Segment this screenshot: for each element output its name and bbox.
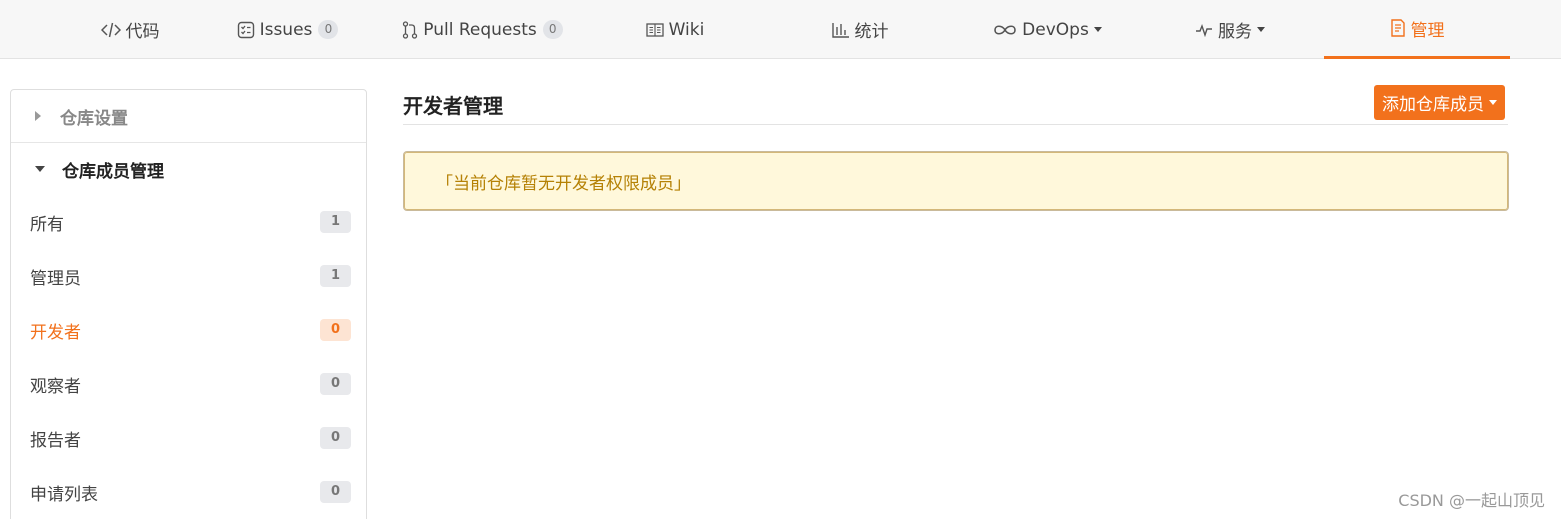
tab-services[interactable]: 服务 (1140, 0, 1320, 59)
sidebar-item-label: 申请列表 (30, 484, 98, 505)
count-badge: 0 (320, 427, 351, 449)
tab-statistics-label: 统计 (854, 22, 889, 42)
chevron-down-icon (1257, 27, 1265, 32)
title-divider (403, 124, 1508, 125)
pull-requests-count-badge: 0 (542, 20, 563, 39)
tab-wiki[interactable]: Wiki (585, 0, 765, 59)
code-icon (100, 22, 121, 38)
empty-state-message: 「当前仓库暂无开发者权限成员」 (436, 173, 691, 194)
chevron-down-icon (1093, 27, 1102, 32)
watermark: CSDN @一起山顶见 (1398, 491, 1545, 510)
caret-down-icon (35, 166, 45, 172)
sidebar-item-label: 开发者 (30, 322, 81, 343)
sidebar-item-observers[interactable]: 观察者 0 (11, 357, 366, 411)
tab-devops[interactable]: DevOps (955, 0, 1140, 59)
tab-code[interactable]: 代码 (40, 0, 220, 59)
sidebar-section-label: 仓库设置 (60, 108, 128, 129)
sidebar-item-label: 报告者 (30, 430, 81, 451)
add-member-button-label: 添加仓库成员 (1382, 95, 1484, 115)
sidebar-section-repo-settings[interactable]: 仓库设置 (11, 90, 366, 142)
sidebar-item-label: 观察者 (30, 376, 81, 397)
issues-count-badge: 0 (318, 20, 339, 39)
manage-doc-icon (1390, 19, 1406, 37)
tab-code-label: 代码 (125, 22, 160, 42)
tab-issues-label: Issues (259, 19, 313, 40)
pull-request-icon (402, 20, 418, 39)
wiki-book-icon (645, 22, 664, 38)
pulse-icon (1195, 23, 1213, 37)
caret-right-icon (35, 111, 41, 121)
sidebar-item-admins[interactable]: 管理员 1 (11, 249, 366, 303)
tab-manage[interactable]: 管理 (1324, 0, 1510, 59)
sidebar-item-reporters[interactable]: 报告者 0 (11, 411, 366, 465)
count-badge: 1 (320, 265, 351, 287)
tab-statistics[interactable]: 统计 (770, 0, 950, 59)
bar-chart-icon (831, 22, 850, 38)
tab-wiki-label: Wiki (668, 19, 705, 40)
count-badge: 0 (320, 373, 351, 395)
tab-pull-requests-label: Pull Requests (423, 19, 537, 40)
chevron-down-icon (1489, 100, 1497, 105)
count-badge: 0 (320, 319, 351, 341)
settings-sidebar: 仓库设置 仓库成员管理 所有 1 管理员 1 开发者 0 观察者 0 报告者 0… (10, 89, 367, 519)
count-badge: 0 (320, 481, 351, 503)
sidebar-item-label: 管理员 (30, 268, 81, 289)
sidebar-item-all[interactable]: 所有 1 (11, 195, 366, 249)
infinity-icon (993, 23, 1017, 37)
tab-pull-requests[interactable]: Pull Requests 0 (385, 0, 580, 59)
sidebar-section-member-management[interactable]: 仓库成员管理 (11, 143, 366, 195)
tab-issues[interactable]: Issues 0 (195, 0, 380, 59)
sidebar-section-label: 仓库成员管理 (62, 161, 164, 182)
issues-icon (237, 21, 255, 39)
tab-services-label: 服务 (1218, 22, 1252, 42)
tab-devops-label: DevOps (1022, 19, 1089, 40)
tab-manage-label: 管理 (1410, 20, 1445, 41)
empty-state-notice: 「当前仓库暂无开发者权限成员」 (403, 151, 1509, 211)
sidebar-item-developers[interactable]: 开发者 0 (11, 303, 366, 357)
sidebar-item-label: 所有 (30, 214, 64, 235)
add-member-button[interactable]: 添加仓库成员 (1374, 85, 1505, 120)
count-badge: 1 (320, 211, 351, 233)
page-title: 开发者管理 (403, 94, 503, 118)
repo-nav-bar: 代码 Issues 0 Pull Requests 0 Wiki 统计 DevO… (0, 0, 1561, 59)
sidebar-item-applications[interactable]: 申请列表 0 (11, 465, 366, 519)
